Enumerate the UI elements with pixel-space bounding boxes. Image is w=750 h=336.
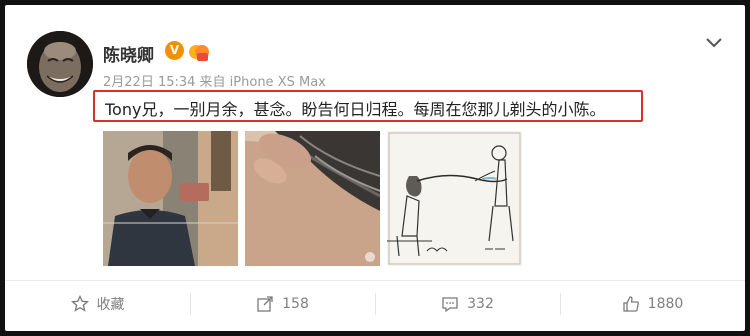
chevron-down-icon[interactable] [705, 35, 723, 49]
favorite-button[interactable]: 收藏 [5, 281, 190, 327]
like-count: 1880 [647, 296, 684, 312]
comment-icon [442, 297, 458, 313]
avatar[interactable] [27, 31, 93, 97]
author-name[interactable]: 陈晓卿 [103, 41, 154, 66]
photo-hair-closeup[interactable] [245, 131, 380, 266]
like-button[interactable]: 1880 [560, 281, 745, 327]
repost-button[interactable]: 158 [190, 281, 375, 327]
post-meta: 2月22日 15:34 来自 iPhone XS Max [103, 75, 326, 90]
photo-sketch-drawing[interactable] [387, 131, 522, 266]
comment-button[interactable]: 332 [375, 281, 560, 327]
thumbs-up-icon [623, 296, 639, 312]
verified-badge-icon: V [165, 41, 184, 60]
comment-count: 332 [467, 296, 494, 312]
favorite-label: 收藏 [96, 297, 125, 313]
weibo-post-card: 陈晓卿 V 2月22日 15:34 来自 iPhone XS Max Tony兄… [5, 5, 745, 331]
post-text: Tony兄，一别月余，甚念。盼告何日归程。每周在您那儿剃头的小陈。 [105, 100, 606, 119]
star-icon [70, 295, 89, 312]
photo-man-portrait[interactable] [103, 131, 238, 266]
post-text-highlight: Tony兄，一别月余，甚念。盼告何日归程。每周在您那儿剃头的小陈。 [93, 90, 643, 122]
share-icon [257, 296, 273, 312]
vip-badge-icon [188, 41, 210, 63]
repost-count: 158 [282, 296, 309, 312]
